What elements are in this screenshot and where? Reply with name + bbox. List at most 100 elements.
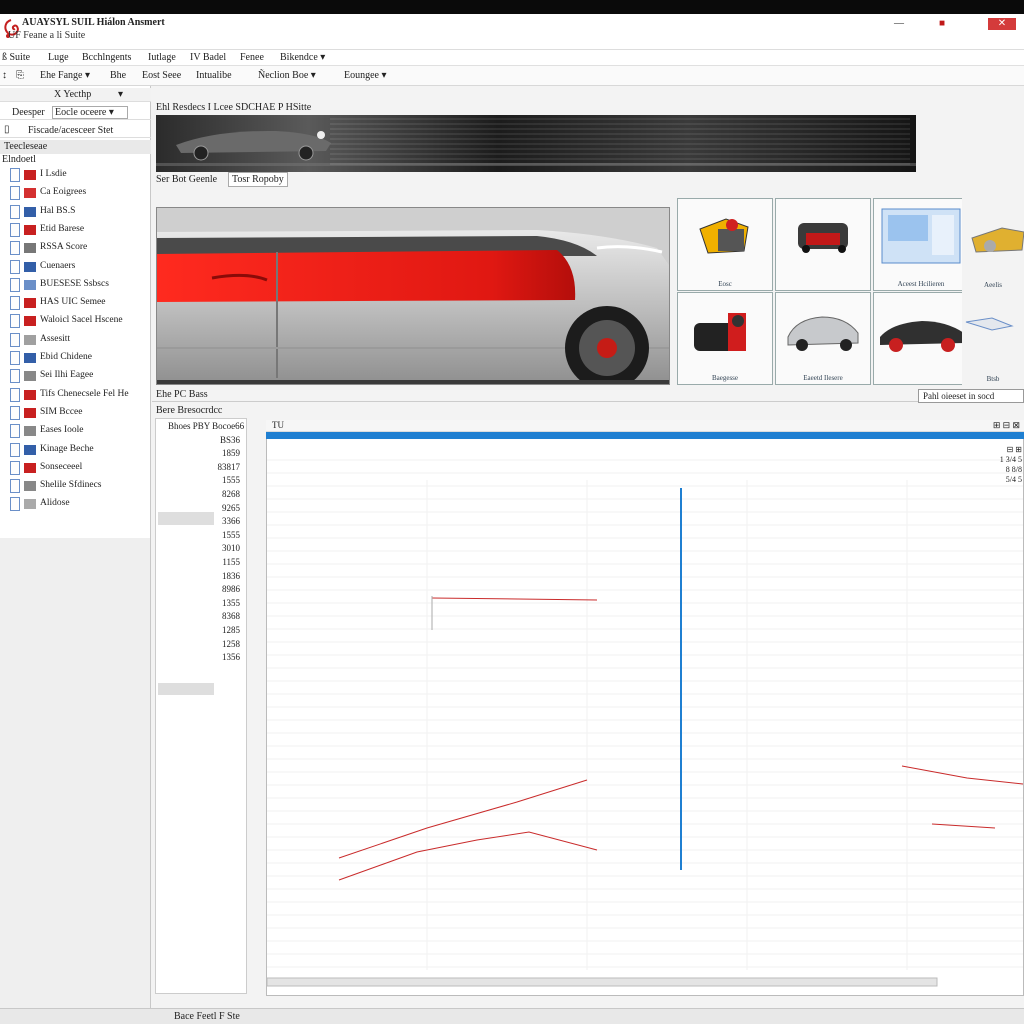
tree-item[interactable]: Cuenaers	[10, 259, 148, 276]
tree-item[interactable]: HAS UIC Semee	[10, 296, 148, 312]
component-thumbnail[interactable]	[873, 292, 969, 385]
document-icon	[10, 296, 20, 311]
thumbnail-caption: Aeelis	[984, 281, 1002, 289]
component-thumbnail[interactable]: Baegesse	[677, 292, 773, 385]
tree-item[interactable]: Hal BS.S	[10, 204, 148, 221]
component-icon	[24, 298, 36, 309]
document-icon	[10, 222, 20, 237]
component-icon	[24, 279, 36, 290]
component-icon	[24, 462, 36, 473]
parameter-value[interactable]: Bhoes PBY Bocoe66	[168, 421, 244, 431]
tree-item-label: Hal BS.S	[40, 205, 76, 216]
document-icon	[10, 277, 20, 292]
menu-bikendce[interactable]: Bikendce ▾	[280, 52, 325, 63]
component-image	[798, 223, 848, 253]
tree-item[interactable]: Assesitt	[10, 332, 148, 349]
toolbar-section-dropdown[interactable]: Ñeclion Boe ▾	[258, 70, 316, 81]
component-icon	[24, 481, 36, 492]
parameter-value[interactable]: 8368	[222, 611, 240, 621]
component-icon	[24, 224, 36, 235]
tree-item[interactable]: I Lsdie	[10, 168, 148, 184]
component-icon	[24, 444, 36, 455]
component-thumbnail[interactable]: Aceest Hcilieren	[873, 198, 969, 291]
component-thumbnail[interactable]: Aeelis	[962, 198, 1024, 291]
panel-filter-dropdown[interactable]: Eocle oceere ▾	[52, 106, 128, 119]
parameter-value[interactable]: 1258	[222, 639, 240, 649]
tree-item[interactable]: Sonseceeel	[10, 460, 148, 477]
parameter-value[interactable]: 1555	[222, 530, 240, 540]
menu-badel[interactable]: IV Badel	[190, 52, 226, 63]
parameter-value[interactable]: 1155	[222, 557, 240, 567]
top-black-bar	[0, 0, 1024, 14]
parameter-value[interactable]: 1356	[222, 652, 240, 662]
tab-tosr-ropoby[interactable]: Tosr Ropoby	[228, 172, 288, 187]
toolbar-eoungee-dropdown[interactable]: Eoungee ▾	[344, 70, 387, 81]
toolbar-eost-seee[interactable]: Eost Seee	[142, 70, 181, 81]
toolbar-intualibe[interactable]: Intualibe	[196, 70, 232, 81]
component-thumbnail[interactable]: Btsb	[962, 292, 1024, 385]
panel-deesper[interactable]: Deesper	[12, 107, 45, 118]
menu-bcchlngents[interactable]: Bcchlngents	[82, 52, 131, 63]
tree-item[interactable]: SIM Bccee	[10, 405, 148, 422]
parameter-value[interactable]: 1355	[222, 598, 240, 608]
maximize-button[interactable]: ■	[936, 18, 948, 30]
parameter-value[interactable]: 1859	[222, 448, 240, 458]
document-icon	[10, 497, 20, 512]
banner-stripes	[330, 118, 910, 168]
tree-item[interactable]: Alidose	[10, 497, 148, 513]
tree-item[interactable]: Etid Barese	[10, 222, 148, 239]
minimize-button[interactable]: —	[893, 18, 905, 30]
document-icon	[10, 479, 20, 494]
menu-suite[interactable]: ß Suite	[2, 52, 30, 63]
tree-item[interactable]: Shelile Sfdinecs	[10, 479, 148, 495]
tree-item[interactable]: Eases Ioole	[10, 424, 148, 440]
content-tabs: Ser Bot Geenle Tosr Ropoby	[154, 172, 304, 188]
toolbar-range-dropdown[interactable]: Ehe Fange ▾	[40, 70, 90, 81]
parameter-value[interactable]: 1285	[222, 625, 240, 635]
graph-trace-2	[338, 779, 588, 859]
tree-item[interactable]: Ebid Chidene	[10, 351, 148, 367]
search-input[interactable]: Pahl oieeset in socd	[918, 389, 1024, 403]
parameter-value[interactable]: 9265	[222, 503, 240, 513]
tree-item[interactable]: Tifs Chenecsele Fel He	[10, 387, 148, 404]
parameter-value[interactable]: 8268	[222, 489, 240, 499]
tree-item-label: I Lsdie	[40, 169, 67, 179]
document-icon	[10, 442, 20, 457]
tab-ser-bot-geenle[interactable]: Ser Bot Geenle	[156, 174, 217, 185]
menu-iutlage[interactable]: Iutlage	[148, 52, 176, 63]
graph-title-bar	[266, 432, 1024, 439]
parameter-value[interactable]: 1555	[222, 475, 240, 485]
sort-icon[interactable]: ↕	[2, 70, 7, 81]
close-button[interactable]: ✕	[988, 18, 1016, 30]
component-thumbnail[interactable]: Eaeetd Ilesere	[775, 292, 871, 385]
tree-item[interactable]: BUESESE Ssbscs	[10, 277, 148, 294]
component-icon	[24, 316, 36, 327]
parameter-list: Bhoes PBY Bocoe66 BS36 1859 83817 1555 8268 92…	[155, 418, 247, 994]
chevron-down-icon[interactable]: ▾	[118, 89, 123, 100]
tree-item[interactable]: Waloicl Sacel Hscene	[10, 314, 148, 330]
parameter-value[interactable]: 3010	[222, 543, 240, 553]
tree-item[interactable]: Kinage Beche	[10, 442, 148, 459]
toolbar-bhe[interactable]: Bhe	[110, 70, 126, 81]
menu-luge[interactable]: Luge	[48, 52, 69, 63]
component-icon	[24, 389, 36, 400]
tree-item[interactable]: Ca Eoigrees	[10, 186, 148, 202]
graph-horizontal-scrollbar[interactable]	[267, 977, 938, 987]
menu-fenee[interactable]: Fenee	[240, 52, 264, 63]
parameter-value[interactable]: BS36	[220, 435, 240, 445]
app-title: AUAYSYL SUIL Hiálon Ansmert	[22, 17, 165, 28]
parameter-value[interactable]: 3366	[222, 516, 240, 526]
parameter-value[interactable]: 83817	[218, 462, 241, 472]
parameter-value[interactable]: 1836	[222, 571, 240, 581]
component-thumbnail[interactable]: Eosc	[677, 198, 773, 291]
copy-icon[interactable]: ⎘	[16, 70, 24, 81]
graph-legend: ⊟ ⊞ 1 3/4 5 8 8/8 5/4 5	[990, 445, 1022, 485]
tree-root[interactable]: Elndoetl	[0, 154, 151, 166]
tree-item[interactable]: Sei Ilhi Eagee	[10, 369, 148, 385]
parameter-value[interactable]: 8986	[222, 584, 240, 594]
graph-window-controls[interactable]: ⊞ ⊟ ⊠	[993, 420, 1020, 431]
panel-tab-yecthp[interactable]: X Yecthp	[54, 89, 91, 100]
tree-item[interactable]: RSSA Score	[10, 241, 148, 257]
component-icon	[24, 371, 36, 382]
component-thumbnail[interactable]	[775, 198, 871, 291]
